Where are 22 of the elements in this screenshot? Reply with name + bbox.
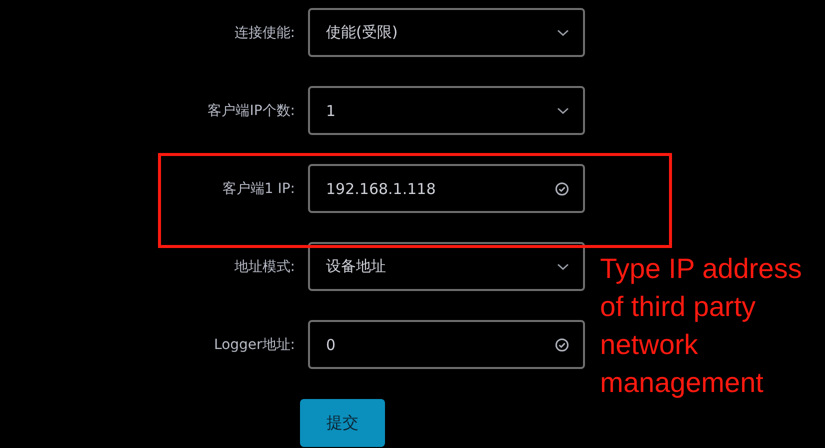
submit-button[interactable]: 提交 [300,399,385,447]
check-circle-icon [555,182,569,196]
field-value: 使能(受限) [326,23,398,42]
dropdown-field[interactable]: 使能(受限) [308,8,585,57]
field-label: 客户端1 IP: [222,180,295,198]
input-field[interactable]: 192.168.1.118 [308,164,585,213]
field-value: 192.168.1.118 [326,180,436,198]
dropdown-field[interactable]: 设备地址 [308,242,585,291]
field-label: Logger地址: [214,336,295,354]
input-field[interactable]: 0 [308,320,585,369]
chevron-down-icon [557,28,569,36]
field-label: 地址模式: [234,258,295,276]
field-label: 连接使能: [234,24,295,42]
field-value: 1 [326,102,336,120]
field-label: 客户端IP个数: [208,102,295,120]
field-value: 0 [326,336,336,354]
dropdown-field[interactable]: 1 [308,86,585,135]
chevron-down-icon [557,106,569,114]
field-value: 设备地址 [326,257,386,276]
chevron-down-icon [557,262,569,270]
annotation-text: Type IP address of third party network management [600,252,803,400]
check-circle-icon [555,338,569,352]
